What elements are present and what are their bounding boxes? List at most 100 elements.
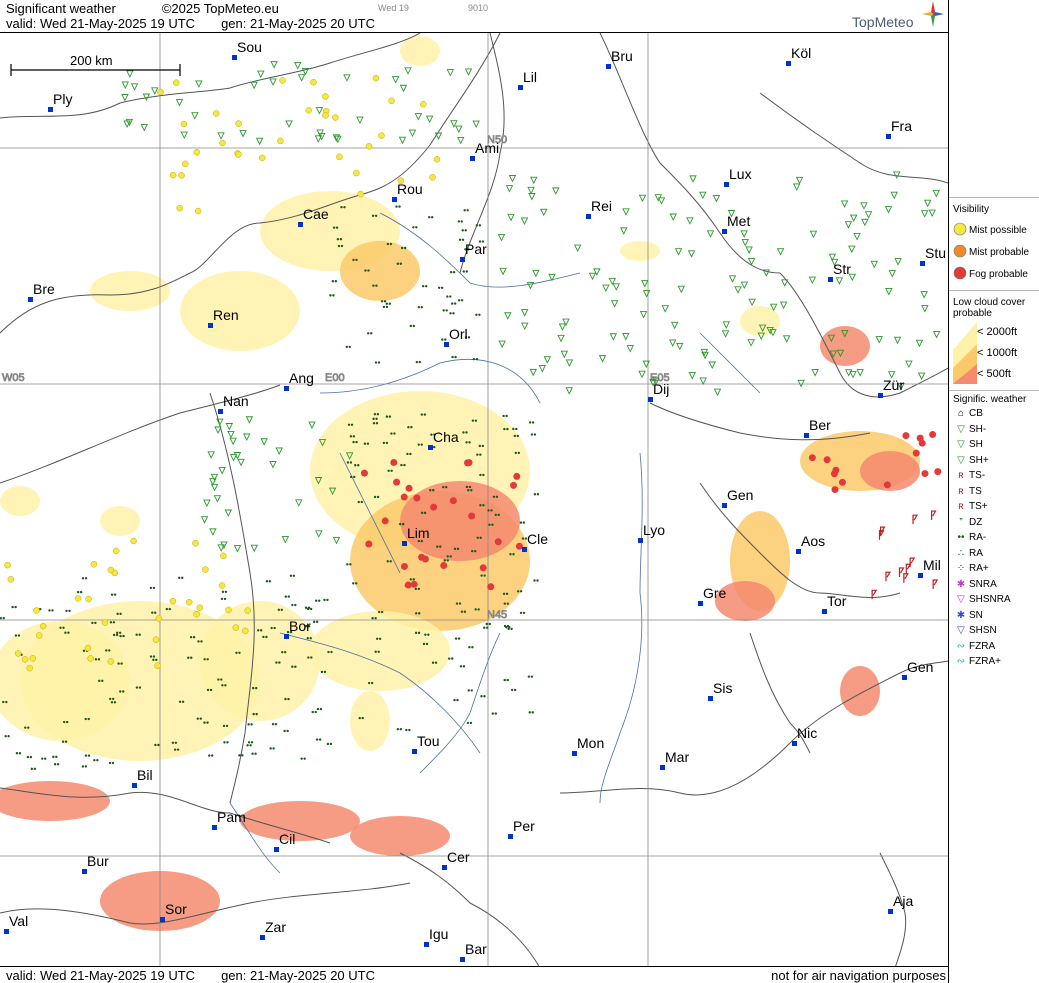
shower-symbol [297,74,306,82]
rain-symbol [527,675,531,678]
shower-symbol [747,339,755,347]
rain-symbol [371,214,375,217]
fog-symbol [479,564,487,572]
rain-symbol [346,461,350,464]
fog-symbol [510,481,518,489]
shower-symbol [844,221,853,229]
shower-symbol [217,132,225,140]
weather-legend-label: RA+ [969,563,989,574]
drizzle-icon: ” [959,516,963,528]
shower-symbol [641,280,649,288]
city-dot-icon [828,277,833,282]
rain-symbol [178,576,181,580]
city-dot-icon [918,573,923,578]
shower-symbol [233,545,242,553]
city-dot-icon [28,297,33,302]
rain-symbol [371,617,374,620]
city-marker: Stu [920,245,946,266]
rain-symbol [483,574,486,577]
rain-symbol [349,435,353,438]
rain-symbol [273,626,276,630]
rain-symbol [200,640,203,643]
rain-symbol [274,722,278,726]
rain-symbol [226,741,229,744]
rain-symbol [466,721,470,725]
rain-symbol [442,309,445,312]
shower-symbol [140,124,148,132]
rain-symbol [278,661,281,664]
rain-symbol [224,590,228,594]
map-canvas[interactable]: N50N45W05 E00 E05 SouBru KölLilPlyAmiFraLux… [0,33,948,967]
shower-symbol [795,176,804,185]
rain-symbol [514,451,518,455]
shower-symbol [521,322,529,331]
rain-symbol [462,270,465,273]
rain-symbol [323,670,327,674]
rain-symbol [408,728,411,732]
mist-symbol [192,540,199,547]
city-label: Mon [577,735,604,751]
weather-legend-item: •• RA- [953,532,986,546]
city-marker: Par [460,241,487,262]
scale-bar: 200 km [10,53,181,76]
city-label: Cle [527,531,548,547]
rain-symbol [66,720,69,724]
shower-symbol [281,535,290,544]
city-label: Tor [827,593,847,609]
weather-map[interactable]: N50 N45 W05 E00 E05 Sou Bru Köl Lil Ply Ami Fra Lux… [0,32,948,967]
rain-symbol [385,441,389,445]
city-label: Nan [223,393,249,409]
fog-symbol [912,449,920,457]
freezing-rain-icon: ∾ [956,640,966,652]
mist-symbol [112,547,120,555]
city-marker: Ber [804,417,831,438]
rain-symbol [329,294,332,297]
city-dot-icon [822,609,827,614]
rain-symbol [2,700,5,704]
rain-symbol [154,743,157,747]
rain-symbol [275,661,278,664]
weather-legend-item: ▽ SH [953,439,983,453]
rain-symbol [398,205,401,208]
city-label: Ami [475,140,499,156]
rain-symbol [108,697,112,701]
city-marker: Mar [660,749,689,770]
header-line2: valid: Wed 21-May-2025 19 UTC gen: 21-May… [6,16,375,31]
city-dot-icon [920,261,925,266]
rain-symbol [51,609,54,612]
fog-symbol [838,478,846,486]
rain-symbol [64,631,67,634]
rain-symbol [352,440,355,444]
shower-symbol [315,530,323,538]
city-dot-icon [886,134,891,139]
rain-symbol [414,631,418,635]
rain-symbol [63,720,66,724]
rain-symbol [110,701,114,704]
rain-symbol [399,262,403,265]
shower-symbol [356,116,364,125]
shower-symbol [308,421,316,430]
cloud-legend-item: < 500ft [977,368,1011,380]
brand-name[interactable]: TopMeteo [852,14,913,30]
rain-symbol [471,646,474,649]
rain-symbol [149,586,153,590]
city-label: Lim [407,525,430,541]
rain-symbol [262,635,265,639]
rain-symbol [451,355,454,359]
rain-symbol [433,445,436,449]
city-marker: Bar [460,941,487,962]
header-line1: Significant weather ©2025 TopMeteo.eu [6,1,279,16]
weather-legend-item: ∴ RA [953,548,983,562]
mist-symbol [193,148,201,156]
shower-symbol [504,312,512,320]
shower-icon: ▽ [957,439,965,450]
rain-symbol [309,607,313,611]
city-label: Sou [237,39,262,55]
weather-legend-item: ▽ SH- [953,424,986,438]
rain-symbol [96,759,99,762]
city-marker: Bru [606,48,633,69]
shower-symbol [811,369,819,377]
thunderstorm-symbol [932,579,939,590]
mist-symbol [378,132,385,139]
rain-symbol [440,286,444,289]
